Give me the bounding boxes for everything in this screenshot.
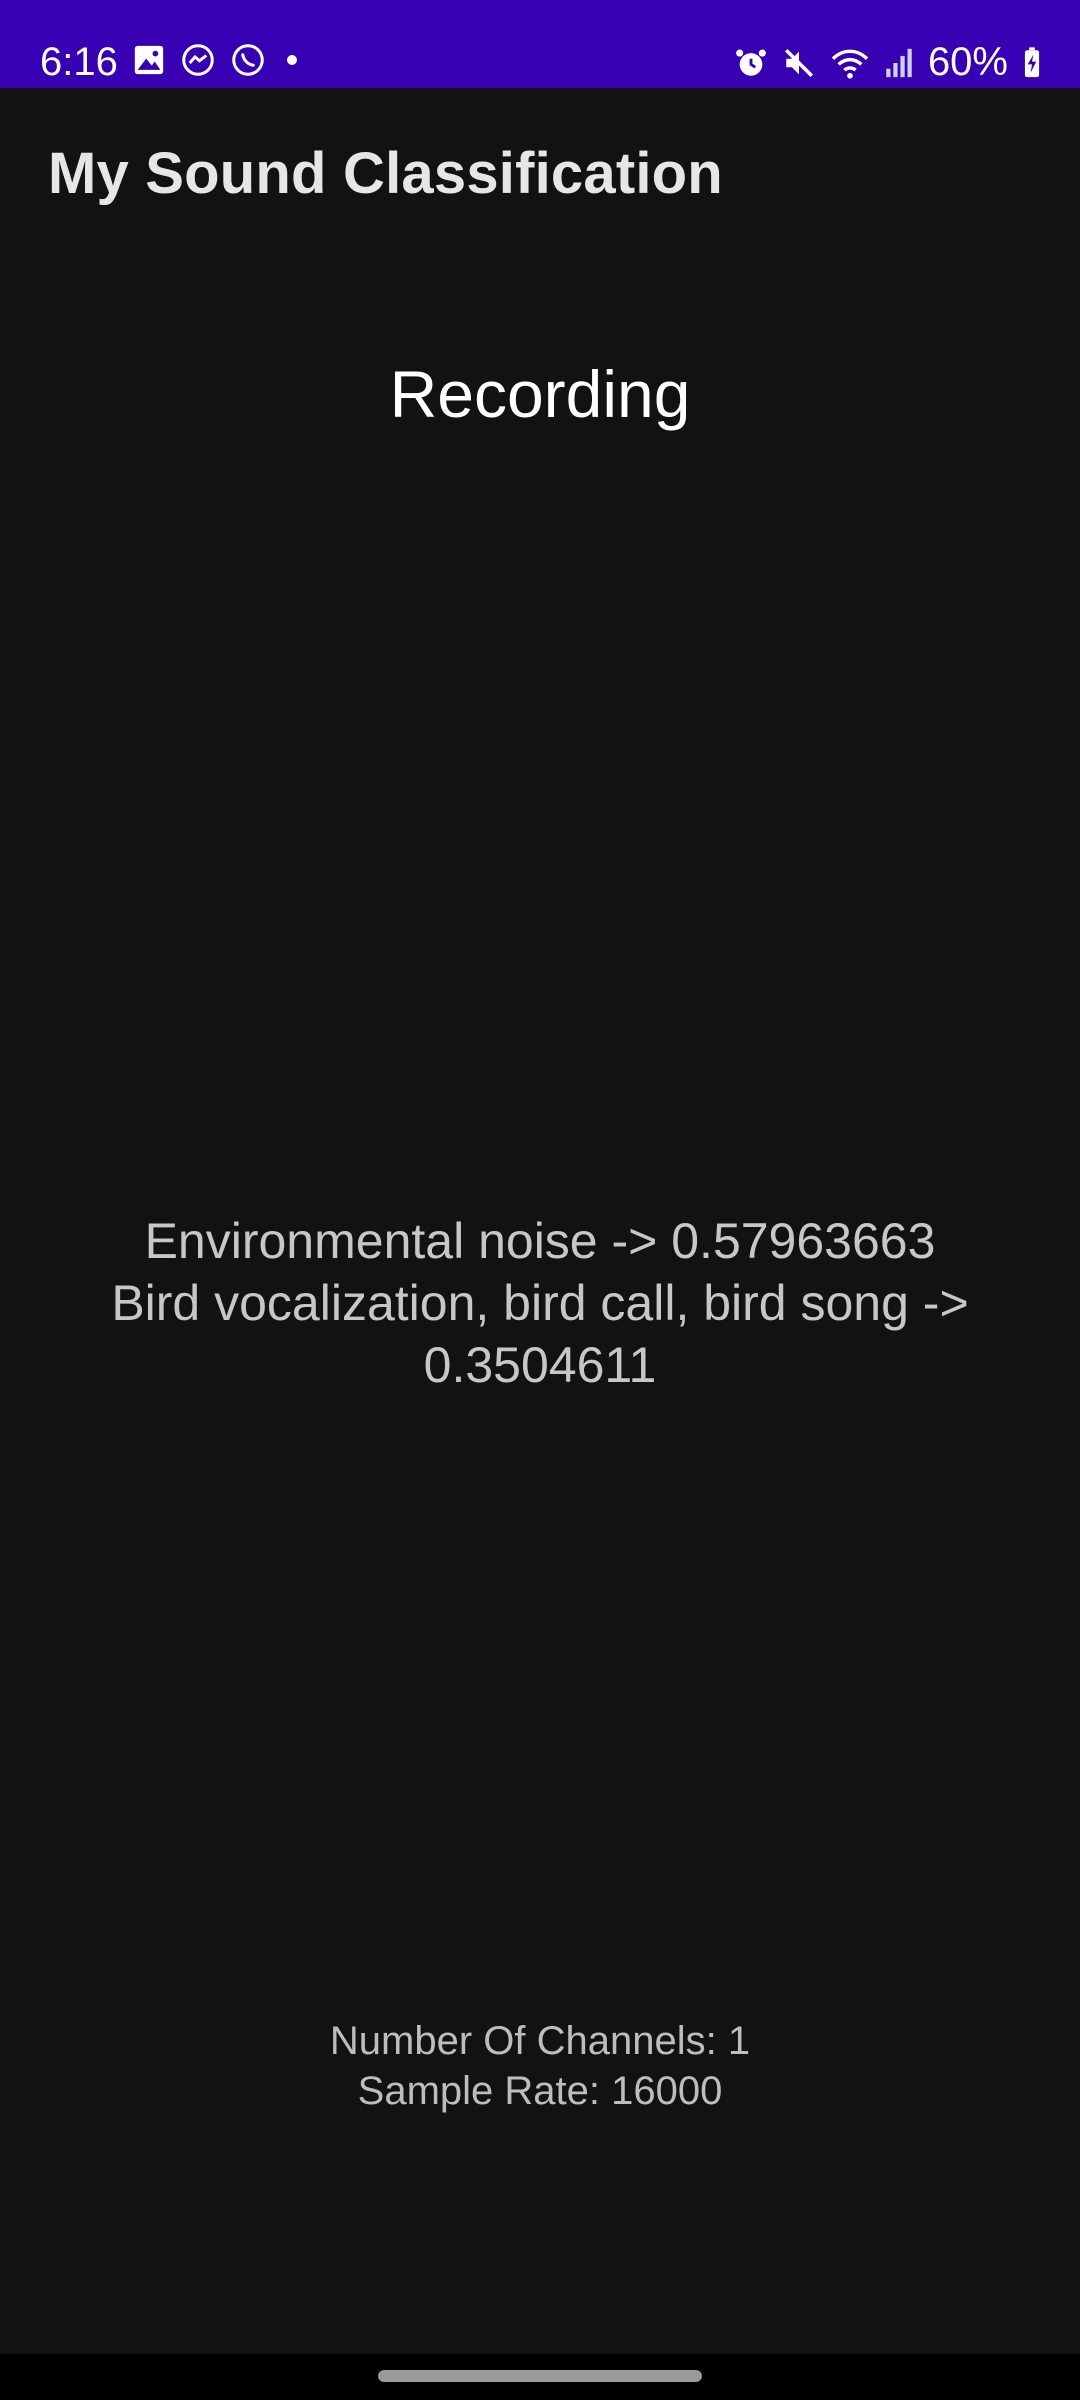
wifi-icon — [830, 46, 870, 80]
status-bar: 6:16 60% — [0, 0, 1080, 88]
home-indicator[interactable] — [378, 2370, 702, 2382]
signal-icon — [884, 46, 914, 80]
result-line: Environmental noise -> 0.57963663 — [144, 1213, 936, 1269]
battery-icon — [1022, 46, 1042, 80]
gallery-icon — [132, 43, 166, 77]
recording-status: Recording — [389, 357, 691, 431]
result-line: Bird vocalization, bird call, bird song … — [111, 1275, 969, 1393]
sample-rate-text: Sample Rate: 16000 — [357, 2069, 723, 2113]
screen: 6:16 60% My Sound Classification Recordi… — [0, 0, 1080, 2400]
mute-icon — [782, 46, 816, 80]
whatsapp-icon — [230, 42, 266, 78]
navigation-bar — [0, 2354, 1080, 2400]
notification-dot-icon — [280, 48, 304, 72]
alarm-icon — [734, 46, 768, 80]
status-left-icons — [132, 42, 304, 78]
classification-results: Environmental noise -> 0.57963663 Bird v… — [60, 1210, 1020, 1396]
app-title: My Sound Classification — [48, 141, 723, 206]
status-time: 6:16 — [40, 40, 118, 84]
status-right: 60% — [734, 40, 1042, 85]
battery-percentage: 60% — [927, 40, 1008, 84]
channels-text: Number Of Channels: 1 — [329, 2019, 751, 2063]
messenger-icon — [180, 42, 216, 78]
audio-info: Number Of Channels: 1 Sample Rate: 16000 — [0, 2016, 1080, 2116]
app-bar: My Sound Classification — [0, 88, 1080, 256]
